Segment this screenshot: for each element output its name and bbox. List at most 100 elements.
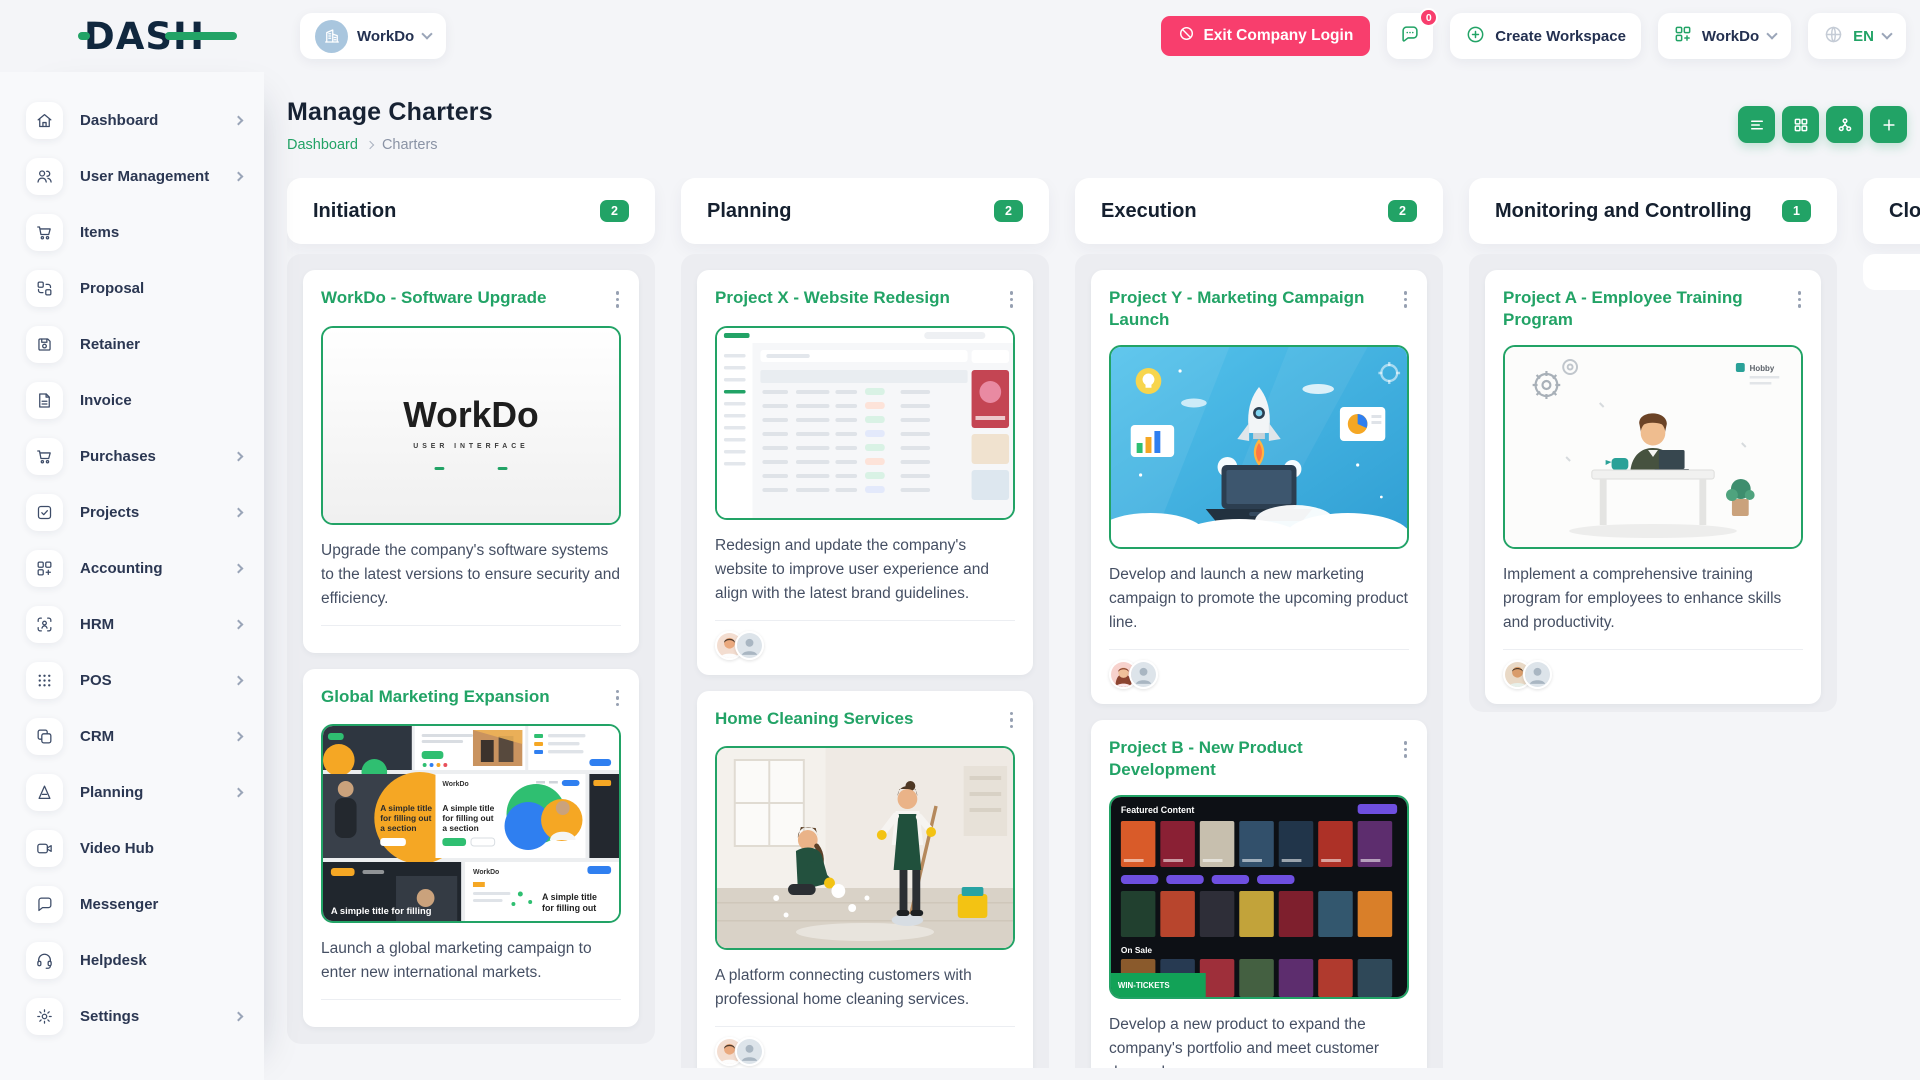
- sidebar-item-invoice[interactable]: Invoice: [0, 372, 264, 428]
- create-workspace-button[interactable]: Create Workspace: [1450, 13, 1641, 59]
- svg-text:a section: a section: [380, 823, 416, 833]
- hierarchy-view-button[interactable]: [1826, 106, 1863, 143]
- charter-title[interactable]: Project B - New Product Development: [1109, 737, 1392, 781]
- breadcrumb-dashboard-link[interactable]: Dashboard: [287, 137, 358, 153]
- charter-card[interactable]: Project B - New Product Development Feat…: [1091, 720, 1427, 1068]
- sidebar-item-user-management[interactable]: User Management: [0, 148, 264, 204]
- chevron-right-icon: [234, 171, 244, 181]
- kebab-menu-icon[interactable]: [614, 287, 622, 312]
- save-icon: [26, 326, 63, 363]
- column-title: Closing: [1889, 200, 1920, 223]
- charter-title[interactable]: Global Marketing Expansion: [321, 686, 550, 708]
- language-selector[interactable]: EN: [1808, 13, 1906, 59]
- board-column-monitoring: Monitoring and Controlling 1 Project A -…: [1469, 178, 1837, 1068]
- logo-dot: [78, 32, 90, 40]
- column-title: Execution: [1101, 200, 1197, 223]
- charter-card[interactable]: Project A - Employee Training Program: [1485, 270, 1821, 704]
- charter-card[interactable]: Home Cleaning Services: [697, 691, 1033, 1069]
- avatar-placeholder[interactable]: [735, 631, 764, 660]
- exit-company-login-button[interactable]: Exit Company Login: [1161, 16, 1370, 56]
- svg-text:WorkDo: WorkDo: [442, 781, 468, 788]
- sidebar-item-crm[interactable]: CRM: [0, 708, 264, 764]
- kebab-menu-icon[interactable]: [1402, 287, 1410, 312]
- charter-image-streaming-site: Featured Content: [1109, 795, 1409, 999]
- charter-image-rocket-launch: [1109, 345, 1409, 549]
- messages-button[interactable]: 0: [1387, 13, 1433, 59]
- sidebar-item-settings[interactable]: Settings: [0, 988, 264, 1044]
- grid-view-button[interactable]: [1782, 106, 1819, 143]
- document-icon: [26, 382, 63, 419]
- avatar-placeholder[interactable]: [1129, 660, 1158, 689]
- board-column-execution: Execution 2 Project Y - Marketing Campai…: [1075, 178, 1443, 1068]
- chevron-down-icon: [422, 28, 433, 39]
- charter-card[interactable]: Project Y - Marketing Campaign Launch: [1091, 270, 1427, 704]
- sidebar-item-purchases[interactable]: Purchases: [0, 428, 264, 484]
- charter-image-cleaning-photo: [715, 746, 1015, 950]
- company-switcher[interactable]: WorkDo: [300, 13, 446, 59]
- column-body: Project A - Employee Training Program: [1469, 254, 1837, 712]
- page-title: Manage Charters: [287, 98, 493, 127]
- globe-icon: [1823, 24, 1844, 49]
- avatar-placeholder[interactable]: [1523, 660, 1552, 689]
- ruler-icon: [26, 774, 63, 811]
- sidebar-item-dashboard[interactable]: Dashboard: [0, 92, 264, 148]
- svg-text:USER INTERFACE: USER INTERFACE: [413, 442, 528, 449]
- chevron-right-icon: [234, 507, 244, 517]
- company-name: WorkDo: [357, 28, 414, 45]
- chevron-down-icon: [1766, 28, 1777, 39]
- svg-text:for filling out: for filling out: [380, 813, 431, 823]
- charter-description: Launch a global marketing campaign to en…: [321, 937, 621, 985]
- chat-bubble-icon: [1399, 23, 1421, 49]
- assigned-avatars: [715, 1037, 764, 1066]
- kebab-menu-icon[interactable]: [614, 686, 622, 711]
- sidebar-item-hrm[interactable]: HRM: [0, 596, 264, 652]
- avatar-placeholder[interactable]: [735, 1037, 764, 1066]
- sidebar-item-video-hub[interactable]: Video Hub: [0, 820, 264, 876]
- svg-text:Hobby: Hobby: [1750, 364, 1775, 373]
- sidebar-item-projects[interactable]: Projects: [0, 484, 264, 540]
- charter-title[interactable]: Project X - Website Redesign: [715, 287, 950, 309]
- workspace-switcher[interactable]: WorkDo: [1658, 13, 1791, 59]
- svg-text:A simple title: A simple title: [380, 803, 432, 813]
- dots-grid-icon: [26, 662, 63, 699]
- sidebar-item-helpdesk[interactable]: Helpdesk: [0, 932, 264, 988]
- view-toolbar: [1738, 106, 1907, 143]
- charter-title[interactable]: Project A - Employee Training Program: [1503, 287, 1786, 331]
- column-count-badge: 2: [994, 200, 1023, 222]
- kebab-menu-icon[interactable]: [1008, 708, 1016, 733]
- ban-icon: [1178, 25, 1195, 47]
- list-view-button[interactable]: [1738, 106, 1775, 143]
- home-icon: [26, 102, 63, 139]
- sidebar-item-items[interactable]: Items: [0, 204, 264, 260]
- charter-title[interactable]: WorkDo - Software Upgrade: [321, 287, 546, 309]
- charter-title[interactable]: Home Cleaning Services: [715, 708, 913, 730]
- kebab-menu-icon[interactable]: [1402, 737, 1410, 762]
- sidebar: Dashboard User Management Items Proposal…: [0, 72, 264, 1080]
- charter-card[interactable]: Global Marketing Expansion: [303, 669, 639, 1028]
- sidebar-item-retainer[interactable]: Retainer: [0, 316, 264, 372]
- app-logo[interactable]: DASH: [84, 15, 234, 58]
- board-column-planning: Planning 2 Project X - Website Redesign: [681, 178, 1049, 1068]
- charter-description: Develop and launch a new marketing campa…: [1109, 563, 1409, 635]
- charter-card[interactable]: WorkDo - Software Upgrade WorkDo USER IN…: [303, 270, 639, 653]
- sidebar-item-pos[interactable]: POS: [0, 652, 264, 708]
- svg-text:A simple title for filling: A simple title for filling: [331, 905, 432, 916]
- charter-description: Upgrade the company's software systems t…: [321, 539, 621, 611]
- sidebar-item-messenger[interactable]: Messenger: [0, 876, 264, 932]
- chevron-right-icon: [234, 1011, 244, 1021]
- sidebar-item-proposal[interactable]: Proposal: [0, 260, 264, 316]
- assigned-avatars: [715, 631, 764, 660]
- svg-text:On Sale: On Sale: [1121, 945, 1153, 955]
- kebab-menu-icon[interactable]: [1008, 287, 1016, 312]
- add-charter-button[interactable]: [1870, 106, 1907, 143]
- charter-title[interactable]: Project Y - Marketing Campaign Launch: [1109, 287, 1392, 331]
- column-count-badge: 2: [600, 200, 629, 222]
- sidebar-item-planning[interactable]: Planning: [0, 764, 264, 820]
- plus-circle-icon: [1465, 24, 1486, 49]
- column-body-empty: [1863, 254, 1920, 290]
- assigned-avatars: [1109, 660, 1158, 689]
- sidebar-item-accounting[interactable]: Accounting: [0, 540, 264, 596]
- kebab-menu-icon[interactable]: [1796, 287, 1804, 312]
- svg-text:WIN-TICKETS: WIN-TICKETS: [1118, 981, 1170, 990]
- charter-card[interactable]: Project X - Website Redesign: [697, 270, 1033, 675]
